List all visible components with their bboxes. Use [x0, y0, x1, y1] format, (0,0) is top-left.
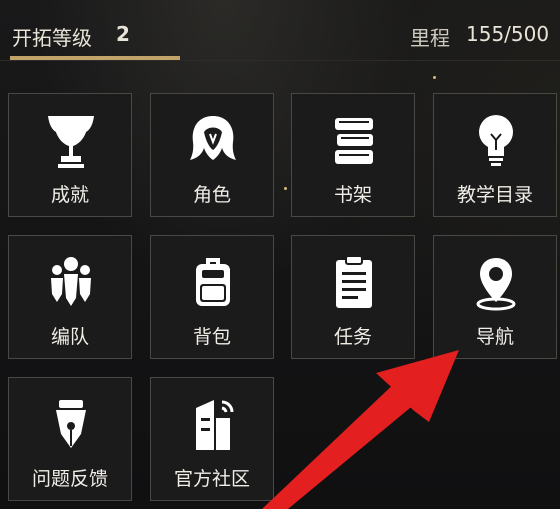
red-pointer-arrow	[262, 350, 459, 509]
